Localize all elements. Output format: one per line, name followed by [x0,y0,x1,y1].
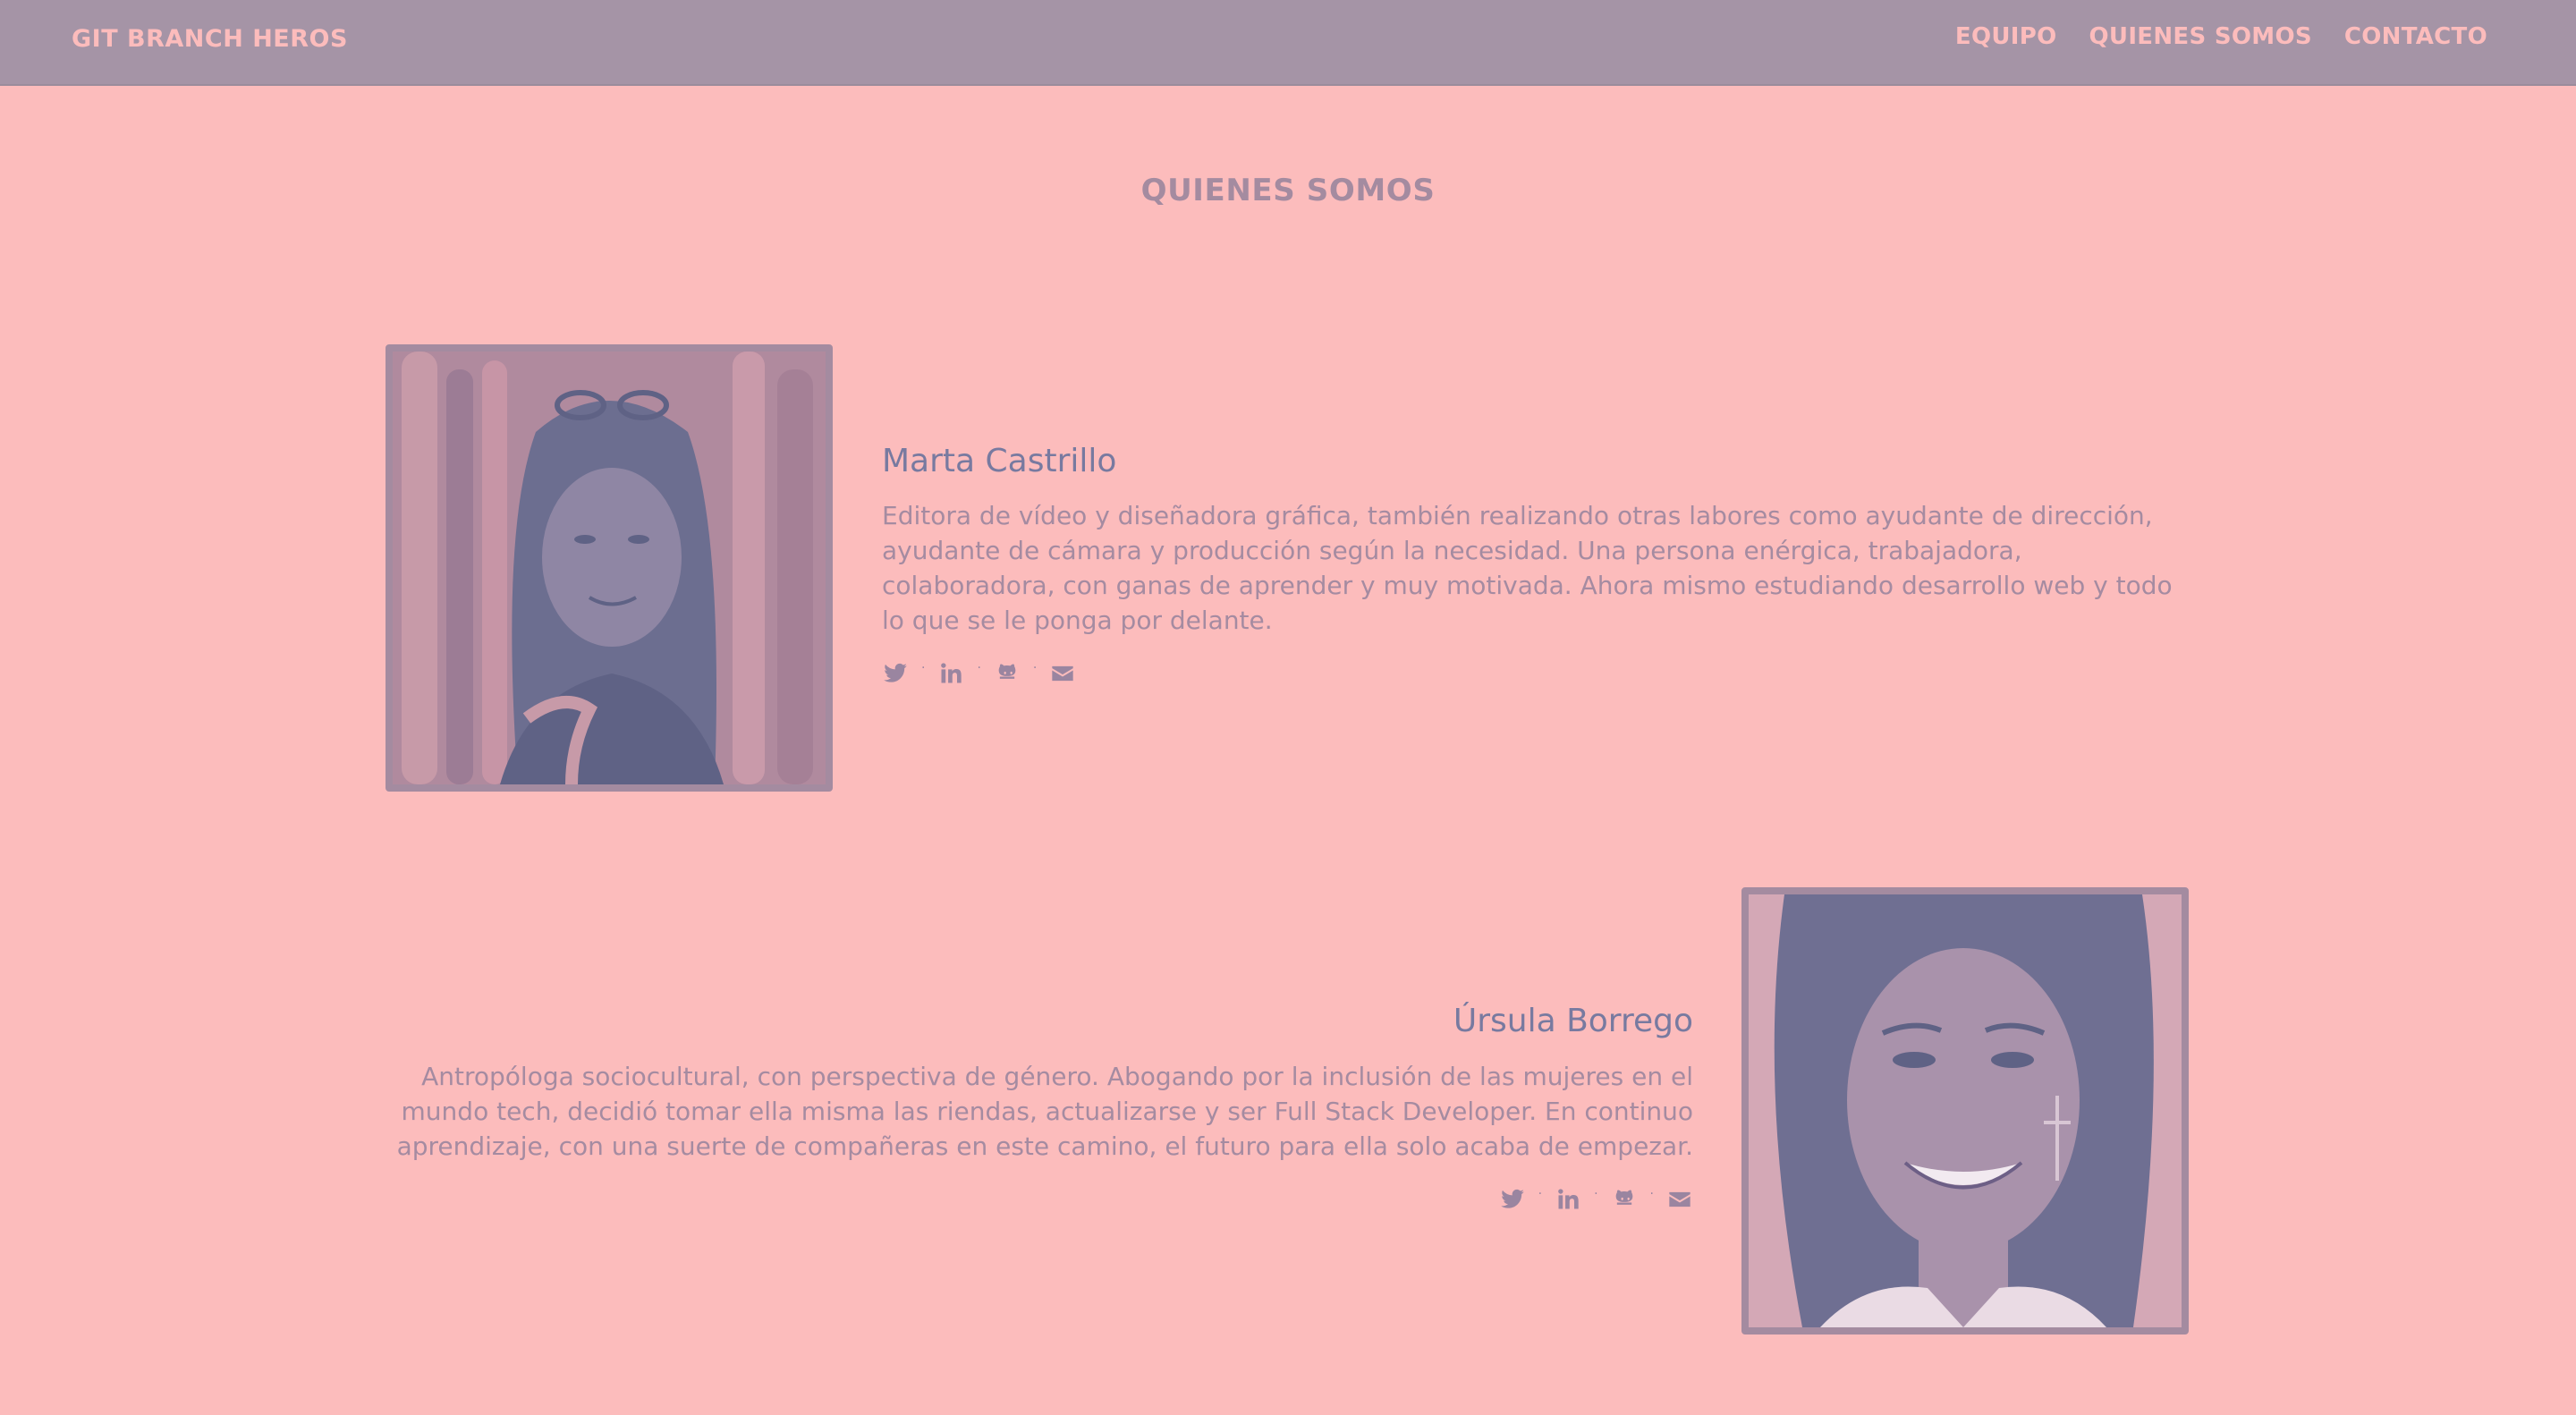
section-title: QUIENES SOMOS [1140,173,1436,208]
linkedin-icon[interactable] [1555,1186,1581,1213]
linkedin-icon[interactable] [937,660,964,687]
email-icon[interactable] [1049,660,1076,687]
nav-link-equipo[interactable]: EQUIPO [1955,23,2057,50]
member-bio-ursula: Antropóloga sociocultural, con perspecti… [396,1062,1693,1161]
github-icon[interactable] [1611,1186,1638,1213]
nav-links: EQUIPO QUIENES SOMOS CONTACTO [1955,23,2487,50]
twitter-icon[interactable] [882,660,909,687]
separator-dot: · [977,661,981,675]
separator-dot: · [1538,1187,1543,1201]
twitter-icon[interactable] [1499,1186,1526,1213]
github-icon[interactable] [994,660,1021,687]
member-name-marta: Marta Castrillo [882,443,1117,479]
nav-link-quienes-somos[interactable]: QUIENES SOMOS [2089,23,2312,50]
nav-link-contacto[interactable]: CONTACTO [2344,23,2487,50]
member-socials-ursula: · · · [1499,1186,1693,1213]
email-icon[interactable] [1666,1186,1693,1213]
navbar: GIT BRANCH HEROS EQUIPO QUIENES SOMOS CO… [0,0,2576,86]
separator-dot: · [1594,1187,1598,1201]
separator-dot: · [1649,1187,1654,1201]
member-photo-ursula [1741,887,2189,1335]
member-bio-marta: Editora de vídeo y diseñadora gráfica, t… [882,501,2173,635]
separator-dot: · [921,661,926,675]
brand-logo-link[interactable]: GIT BRANCH HEROS [72,25,348,53]
member-socials-marta: · · · [882,660,1076,687]
member-photo-marta [386,344,833,792]
member-name-ursula: Úrsula Borrego [1453,1003,1693,1039]
separator-dot: · [1032,661,1038,675]
